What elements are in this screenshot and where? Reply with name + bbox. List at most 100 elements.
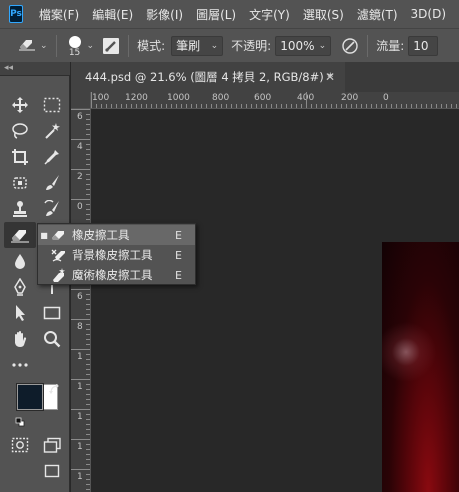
ruler-tick bbox=[181, 104, 182, 108]
ruler-tick bbox=[286, 104, 287, 108]
screen-mode-button[interactable] bbox=[38, 432, 66, 458]
ruler-tick bbox=[86, 219, 90, 220]
ruler-label: 1 bbox=[77, 412, 83, 422]
ruler-tick bbox=[86, 389, 90, 390]
opacity-value: 100% bbox=[280, 38, 315, 53]
ruler-tick bbox=[86, 364, 90, 365]
ruler-label: 100 bbox=[92, 93, 110, 103]
ruler-tick bbox=[116, 104, 117, 108]
ruler-tick bbox=[426, 104, 427, 108]
lasso-tool[interactable] bbox=[6, 118, 34, 144]
brush-preset-picker[interactable]: 15 bbox=[65, 34, 85, 58]
ruler-tick bbox=[171, 104, 172, 108]
flyout-item-background-eraser[interactable]: 背景橡皮擦工具 E bbox=[38, 245, 195, 265]
ruler-tick bbox=[86, 489, 90, 490]
tool-preset-picker[interactable]: ⌄ bbox=[18, 37, 48, 54]
edit-toolbar-button[interactable] bbox=[6, 352, 34, 378]
menu-image[interactable]: 影像(I) bbox=[146, 6, 183, 23]
menu-bar: Ps 檔案(F) 編輯(E) 影像(I) 圖層(L) 文字(Y) 選取(S) 濾… bbox=[0, 0, 459, 28]
document-tab[interactable]: 444.psd @ 21.6% (圖層 4 拷貝 2, RGB/8#) * ✕ bbox=[71, 62, 345, 92]
toolbar-collapse[interactable]: ◂◂ bbox=[0, 62, 70, 76]
default-colors-icon[interactable] bbox=[15, 412, 25, 427]
history-brush-tool[interactable] bbox=[38, 196, 66, 222]
pen-icon bbox=[14, 278, 26, 296]
ruler-tick bbox=[386, 104, 387, 108]
ruler-tick bbox=[86, 129, 90, 130]
rectangle-tool[interactable] bbox=[38, 300, 66, 326]
ruler-tick bbox=[411, 104, 412, 108]
ruler-tick bbox=[71, 409, 90, 410]
zoom-tool[interactable] bbox=[38, 326, 66, 352]
clone-stamp-tool[interactable] bbox=[6, 196, 34, 222]
flow-input[interactable]: 10 bbox=[408, 35, 439, 56]
eraser-icon bbox=[50, 227, 68, 243]
ruler-tick bbox=[86, 474, 90, 475]
vertical-ruler[interactable]: 6 4 2 0 2 4 6 8 1 1 1 1 1 bbox=[71, 109, 91, 492]
ruler-tick bbox=[86, 404, 90, 405]
pressure-opacity-toggle[interactable] bbox=[341, 37, 359, 55]
ruler-tick bbox=[261, 104, 262, 108]
ruler-tick bbox=[146, 104, 147, 108]
ruler-tick bbox=[86, 334, 90, 335]
brush-settings-toggle[interactable] bbox=[102, 37, 120, 55]
ruler-tick bbox=[71, 379, 90, 380]
pressure-icon bbox=[342, 37, 358, 54]
menu-file[interactable]: 檔案(F) bbox=[39, 6, 79, 23]
chevron-down-icon[interactable]: ⌄ bbox=[87, 41, 95, 51]
document-image[interactable] bbox=[382, 242, 459, 492]
flyout-item-magic-eraser[interactable]: 魔術橡皮擦工具 E bbox=[38, 265, 195, 285]
move-tool[interactable] bbox=[6, 92, 34, 118]
flyout-item-eraser[interactable]: ■ 橡皮擦工具 E bbox=[38, 225, 195, 245]
ruler-origin[interactable] bbox=[71, 92, 91, 109]
canvas-area[interactable] bbox=[92, 109, 459, 492]
blur-tool[interactable] bbox=[6, 248, 34, 274]
foreground-color-swatch[interactable] bbox=[17, 384, 43, 410]
pen-tool[interactable] bbox=[6, 274, 34, 300]
divider bbox=[367, 34, 369, 57]
quick-mask-icon bbox=[11, 437, 29, 453]
quick-mask-button[interactable] bbox=[6, 432, 34, 458]
menu-select[interactable]: 選取(S) bbox=[303, 6, 344, 23]
horizontal-ruler[interactable]: 100 1200 1000 800 600 400 200 0 bbox=[91, 92, 459, 109]
swap-colors-icon[interactable] bbox=[48, 383, 60, 395]
ruler-tick bbox=[86, 314, 90, 315]
zoom-icon bbox=[44, 331, 61, 348]
history-brush-icon bbox=[44, 200, 59, 216]
menu-edit[interactable]: 編輯(E) bbox=[92, 6, 133, 23]
marquee-tool[interactable] bbox=[38, 92, 66, 118]
ruler-tick bbox=[251, 104, 252, 108]
ruler-tick bbox=[391, 104, 392, 108]
opacity-input[interactable]: 100% ⌄ bbox=[275, 35, 332, 56]
ruler-label: 0 bbox=[383, 93, 389, 103]
ruler-tick bbox=[101, 104, 102, 108]
ruler-tick bbox=[126, 104, 127, 108]
ruler-tick bbox=[136, 104, 137, 108]
ruler-tick bbox=[86, 384, 90, 385]
ruler-tick bbox=[86, 114, 90, 115]
ruler-tick bbox=[86, 119, 90, 120]
mode-value: 筆刷 bbox=[176, 39, 201, 53]
menu-type[interactable]: 文字(Y) bbox=[249, 6, 290, 23]
path-selection-tool[interactable] bbox=[6, 300, 34, 326]
menu-filter[interactable]: 濾鏡(T) bbox=[357, 6, 398, 23]
divider bbox=[55, 34, 57, 57]
eraser-tool[interactable] bbox=[4, 222, 36, 248]
menu-layer[interactable]: 圖層(L) bbox=[196, 6, 236, 23]
flyout-shortcut: E bbox=[175, 268, 182, 282]
menu-3d[interactable]: 3D(D) bbox=[411, 7, 446, 21]
ruler-tick bbox=[161, 104, 162, 108]
hand-tool[interactable] bbox=[6, 326, 34, 352]
crop-tool[interactable] bbox=[6, 144, 34, 170]
ruler-tick bbox=[86, 339, 90, 340]
artboard-button[interactable] bbox=[38, 458, 66, 484]
close-icon[interactable]: ✕ bbox=[325, 70, 335, 84]
mode-select[interactable]: 筆刷 ⌄ bbox=[171, 35, 224, 56]
chevron-down-icon: ⌄ bbox=[40, 40, 48, 51]
healing-brush-tool[interactable] bbox=[6, 170, 34, 196]
magic-wand-tool[interactable] bbox=[38, 118, 66, 144]
brush-tip-icon bbox=[68, 35, 81, 48]
eyedropper-tool[interactable] bbox=[38, 144, 66, 170]
ruler-tick bbox=[356, 104, 357, 108]
ruler-tick bbox=[86, 459, 90, 460]
brush-tool[interactable] bbox=[38, 170, 66, 196]
